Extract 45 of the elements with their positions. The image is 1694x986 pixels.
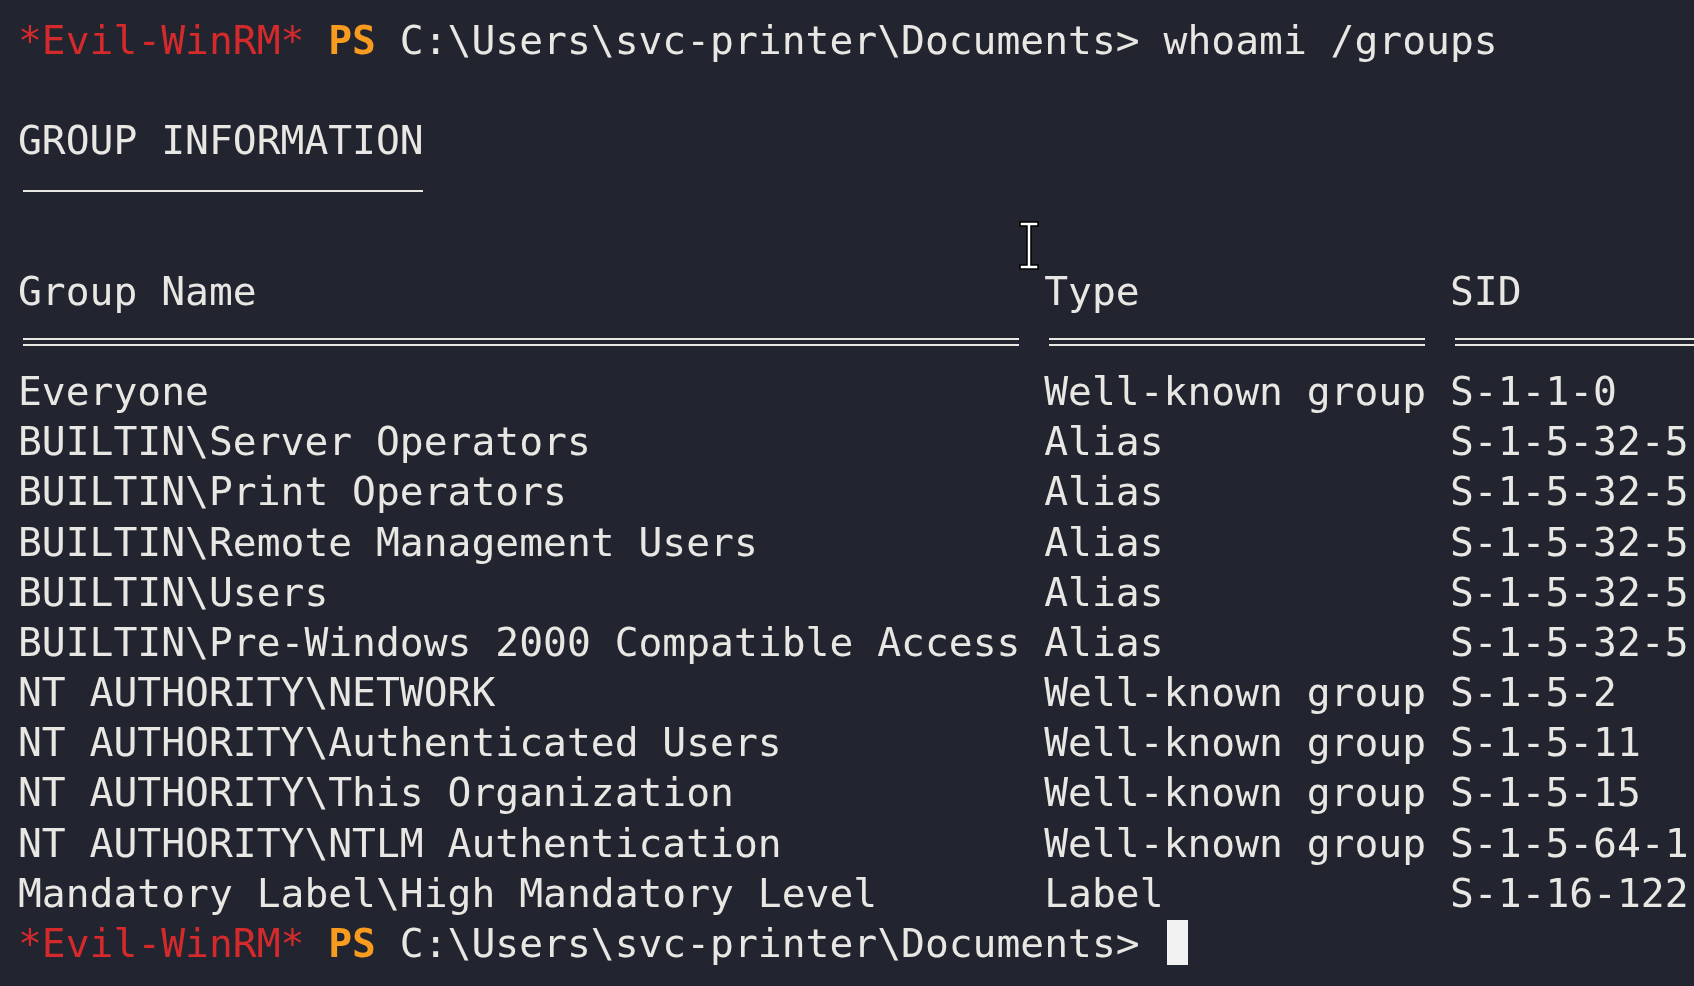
table-cell-text: NT AUTHORITY\NTLM Authentication bbox=[18, 818, 783, 868]
column-header: Group Name bbox=[18, 266, 258, 316]
prompt-path: C:\Users\svc-printer\Documents> bbox=[399, 16, 1140, 65]
column-header: Type bbox=[1044, 266, 1141, 316]
text-cursor-icon bbox=[1018, 221, 1040, 270]
table-cell-text: Alias bbox=[1044, 417, 1165, 467]
table-cell-text: S-1-5-32-5 bbox=[1449, 467, 1690, 517]
table-cell-text: S-1-5-32-5 bbox=[1449, 417, 1690, 467]
shell-label: PS bbox=[328, 918, 376, 968]
table-cell-text: Well-known group bbox=[1044, 668, 1428, 718]
table-cell-text: BUILTIN\Pre-Windows 2000 Compatible Access bbox=[18, 617, 1022, 667]
table-cell-text: Well-known group bbox=[1044, 818, 1428, 868]
table-cell-text: BUILTIN\Print Operators bbox=[18, 467, 568, 517]
table-cell-text: Everyone bbox=[18, 367, 210, 417]
table-cell-text: S-1-16-122 bbox=[1449, 868, 1690, 918]
table-cell-text: BUILTIN\Server Operators bbox=[18, 417, 592, 467]
section-title: GROUP INFORMATION bbox=[18, 116, 424, 166]
column-header: SID bbox=[1449, 266, 1523, 316]
table-cell-text: S-1-5-32-5 bbox=[1449, 517, 1690, 567]
table-cell-text: BUILTIN\Users bbox=[18, 567, 330, 617]
table-cell-text: S-1-5-15 bbox=[1449, 768, 1642, 818]
prompt-label: *Evil-WinRM* bbox=[18, 16, 305, 65]
table-cell-text: Mandatory Label\High Mandatory Level bbox=[18, 868, 879, 918]
table-cell-text: Alias bbox=[1044, 567, 1165, 617]
table-cell-text: NT AUTHORITY\NETWORK bbox=[18, 668, 497, 718]
command-text: whoami /groups bbox=[1163, 16, 1498, 65]
table-cell-text: S-1-5-32-5 bbox=[1449, 617, 1690, 667]
shell-label: PS bbox=[328, 16, 376, 65]
table-cell-text: Well-known group bbox=[1044, 768, 1428, 818]
table-cell-text: Well-known group bbox=[1044, 718, 1428, 768]
table-cell-text: S-1-5-2 bbox=[1449, 668, 1618, 718]
table-cell-text: BUILTIN\Remote Management Users bbox=[18, 517, 759, 567]
table-cell-text: S-1-5-32-5 bbox=[1449, 567, 1690, 617]
table-cell-text: S-1-5-11 bbox=[1449, 718, 1642, 768]
prompt-path: C:\Users\svc-printer\Documents> bbox=[399, 918, 1140, 968]
table-cell-text: S-1-5-64-1 bbox=[1449, 818, 1690, 868]
table-cell-text: NT AUTHORITY\Authenticated Users bbox=[18, 718, 783, 768]
table-cell-text: Alias bbox=[1044, 467, 1165, 517]
table-cell-text: Label bbox=[1044, 868, 1165, 918]
table-cell-text: Alias bbox=[1044, 617, 1165, 667]
table-cell-text: Well-known group bbox=[1044, 367, 1428, 417]
table-cell-text: S-1-1-0 bbox=[1449, 367, 1618, 417]
table-cell-text: Alias bbox=[1044, 517, 1165, 567]
prompt-label: *Evil-WinRM* bbox=[18, 918, 305, 968]
table-cell-text: NT AUTHORITY\This Organization bbox=[18, 768, 735, 818]
